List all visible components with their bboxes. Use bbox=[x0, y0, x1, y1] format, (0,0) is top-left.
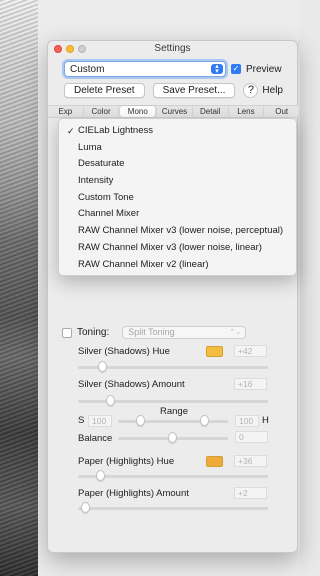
silver-hue-field[interactable]: +42 bbox=[234, 345, 267, 357]
paper-hue-slider[interactable] bbox=[78, 470, 268, 482]
tab-mono[interactable]: Mono bbox=[120, 106, 157, 117]
slider-knob[interactable] bbox=[96, 470, 105, 481]
menu-item-label: CIELab Lightness bbox=[78, 125, 153, 136]
title-bar[interactable]: Settings bbox=[48, 41, 297, 57]
menu-item-custom-tone[interactable]: Custom Tone bbox=[59, 190, 296, 207]
close-window-button[interactable] bbox=[54, 45, 62, 53]
tab-curves[interactable]: Curves bbox=[157, 106, 193, 117]
tab-lens[interactable]: Lens bbox=[229, 106, 265, 117]
silver-hue-label: Silver (Shadows) Hue bbox=[78, 345, 170, 357]
preset-value: Custom bbox=[70, 63, 105, 75]
mono-method-menu: ✓ CIELab Lightness Luma Desaturate Intens… bbox=[58, 118, 297, 276]
window-edge bbox=[298, 40, 300, 553]
delete-preset-button[interactable]: Delete Preset bbox=[64, 83, 145, 98]
tab-color[interactable]: Color bbox=[84, 106, 120, 117]
checkmark-icon: ✓ bbox=[67, 126, 75, 136]
slider-knob[interactable] bbox=[81, 502, 90, 513]
background-photo bbox=[0, 0, 38, 576]
silver-hue-slider[interactable] bbox=[78, 361, 268, 373]
preset-row: Custom ▴ ▾ ✓ Preview bbox=[64, 61, 282, 77]
help-group[interactable]: ? Help bbox=[243, 83, 283, 98]
slider-track bbox=[118, 420, 228, 423]
slider-track bbox=[78, 507, 268, 510]
slider-track bbox=[78, 475, 268, 478]
silver-amount-field[interactable]: +16 bbox=[234, 378, 267, 390]
menu-item-raw-mixer-v2-linear[interactable]: RAW Channel Mixer v2 (linear) bbox=[59, 257, 296, 274]
range-high-knob[interactable] bbox=[200, 415, 209, 426]
preview-checkbox[interactable]: ✓ bbox=[231, 64, 241, 74]
window-title: Settings bbox=[154, 43, 191, 54]
silver-amount-row: Silver (Shadows) Amount +16 bbox=[78, 378, 267, 390]
toning-checkbox[interactable] bbox=[62, 327, 72, 338]
preview-label: Preview bbox=[246, 63, 282, 75]
paper-hue-row: Paper (Highlights) Hue +36 bbox=[78, 455, 267, 467]
silver-hue-row: Silver (Shadows) Hue +42 bbox=[78, 345, 267, 357]
minimize-window-button[interactable] bbox=[66, 45, 74, 53]
balance-slider[interactable] bbox=[118, 432, 228, 444]
select-arrows-icon: ▴ ▾ bbox=[211, 63, 223, 75]
window-controls bbox=[54, 45, 86, 53]
menu-item-cielab-lightness[interactable]: ✓ CIELab Lightness bbox=[59, 123, 296, 140]
slider-knob[interactable] bbox=[168, 432, 177, 443]
paper-hue-field[interactable]: +36 bbox=[234, 455, 267, 467]
preset-select[interactable]: Custom ▴ ▾ bbox=[64, 61, 226, 77]
range-s-field[interactable]: 100 bbox=[88, 415, 112, 427]
menu-item-intensity[interactable]: Intensity bbox=[59, 173, 296, 190]
preset-buttons-row: Delete Preset Save Preset... ? Help bbox=[64, 83, 283, 98]
menu-item-raw-mixer-v3-perceptual[interactable]: RAW Channel Mixer v3 (lower noise, perce… bbox=[59, 223, 296, 240]
menu-item-channel-mixer[interactable]: Channel Mixer bbox=[59, 206, 296, 223]
paper-hue-swatch[interactable] bbox=[206, 455, 223, 467]
range-low-knob[interactable] bbox=[136, 415, 145, 426]
paper-amount-row: Paper (Highlights) Amount +2 bbox=[78, 487, 267, 499]
silver-amount-label: Silver (Shadows) Amount bbox=[78, 378, 185, 390]
toning-mode-select[interactable]: Split Toning bbox=[122, 326, 247, 339]
tab-exp[interactable]: Exp bbox=[48, 106, 84, 117]
range-h-label: H bbox=[262, 415, 269, 426]
menu-item-desaturate[interactable]: Desaturate bbox=[59, 156, 296, 173]
help-label[interactable]: Help bbox=[262, 85, 283, 96]
paper-amount-field[interactable]: +2 bbox=[234, 487, 267, 499]
tab-out[interactable]: Out bbox=[264, 106, 299, 117]
balance-label: Balance bbox=[78, 433, 113, 444]
range-h-field[interactable]: 100 bbox=[235, 415, 259, 427]
save-preset-button[interactable]: Save Preset... bbox=[152, 83, 236, 98]
silver-hue-swatch[interactable] bbox=[206, 345, 223, 357]
slider-knob[interactable] bbox=[106, 395, 115, 406]
menu-item-luma[interactable]: Luma bbox=[59, 140, 296, 157]
paper-amount-slider[interactable] bbox=[78, 502, 268, 514]
help-icon[interactable]: ? bbox=[243, 83, 259, 98]
range-slider[interactable] bbox=[118, 415, 228, 427]
toning-label: Toning: bbox=[77, 327, 110, 338]
range-s-label: S bbox=[78, 415, 85, 426]
paper-amount-label: Paper (Highlights) Amount bbox=[78, 487, 189, 499]
tab-bar: Exp Color Mono Curves Detail Lens Out bbox=[48, 105, 299, 118]
tab-detail[interactable]: Detail bbox=[193, 106, 229, 117]
menu-item-raw-mixer-v3-linear[interactable]: RAW Channel Mixer v3 (lower noise, linea… bbox=[59, 240, 296, 257]
slider-knob[interactable] bbox=[98, 361, 107, 372]
balance-field[interactable]: 0 bbox=[235, 431, 268, 443]
zoom-window-button[interactable] bbox=[78, 45, 86, 53]
toning-row: Toning: Split Toning bbox=[62, 326, 247, 339]
paper-hue-label: Paper (Highlights) Hue bbox=[78, 455, 175, 467]
